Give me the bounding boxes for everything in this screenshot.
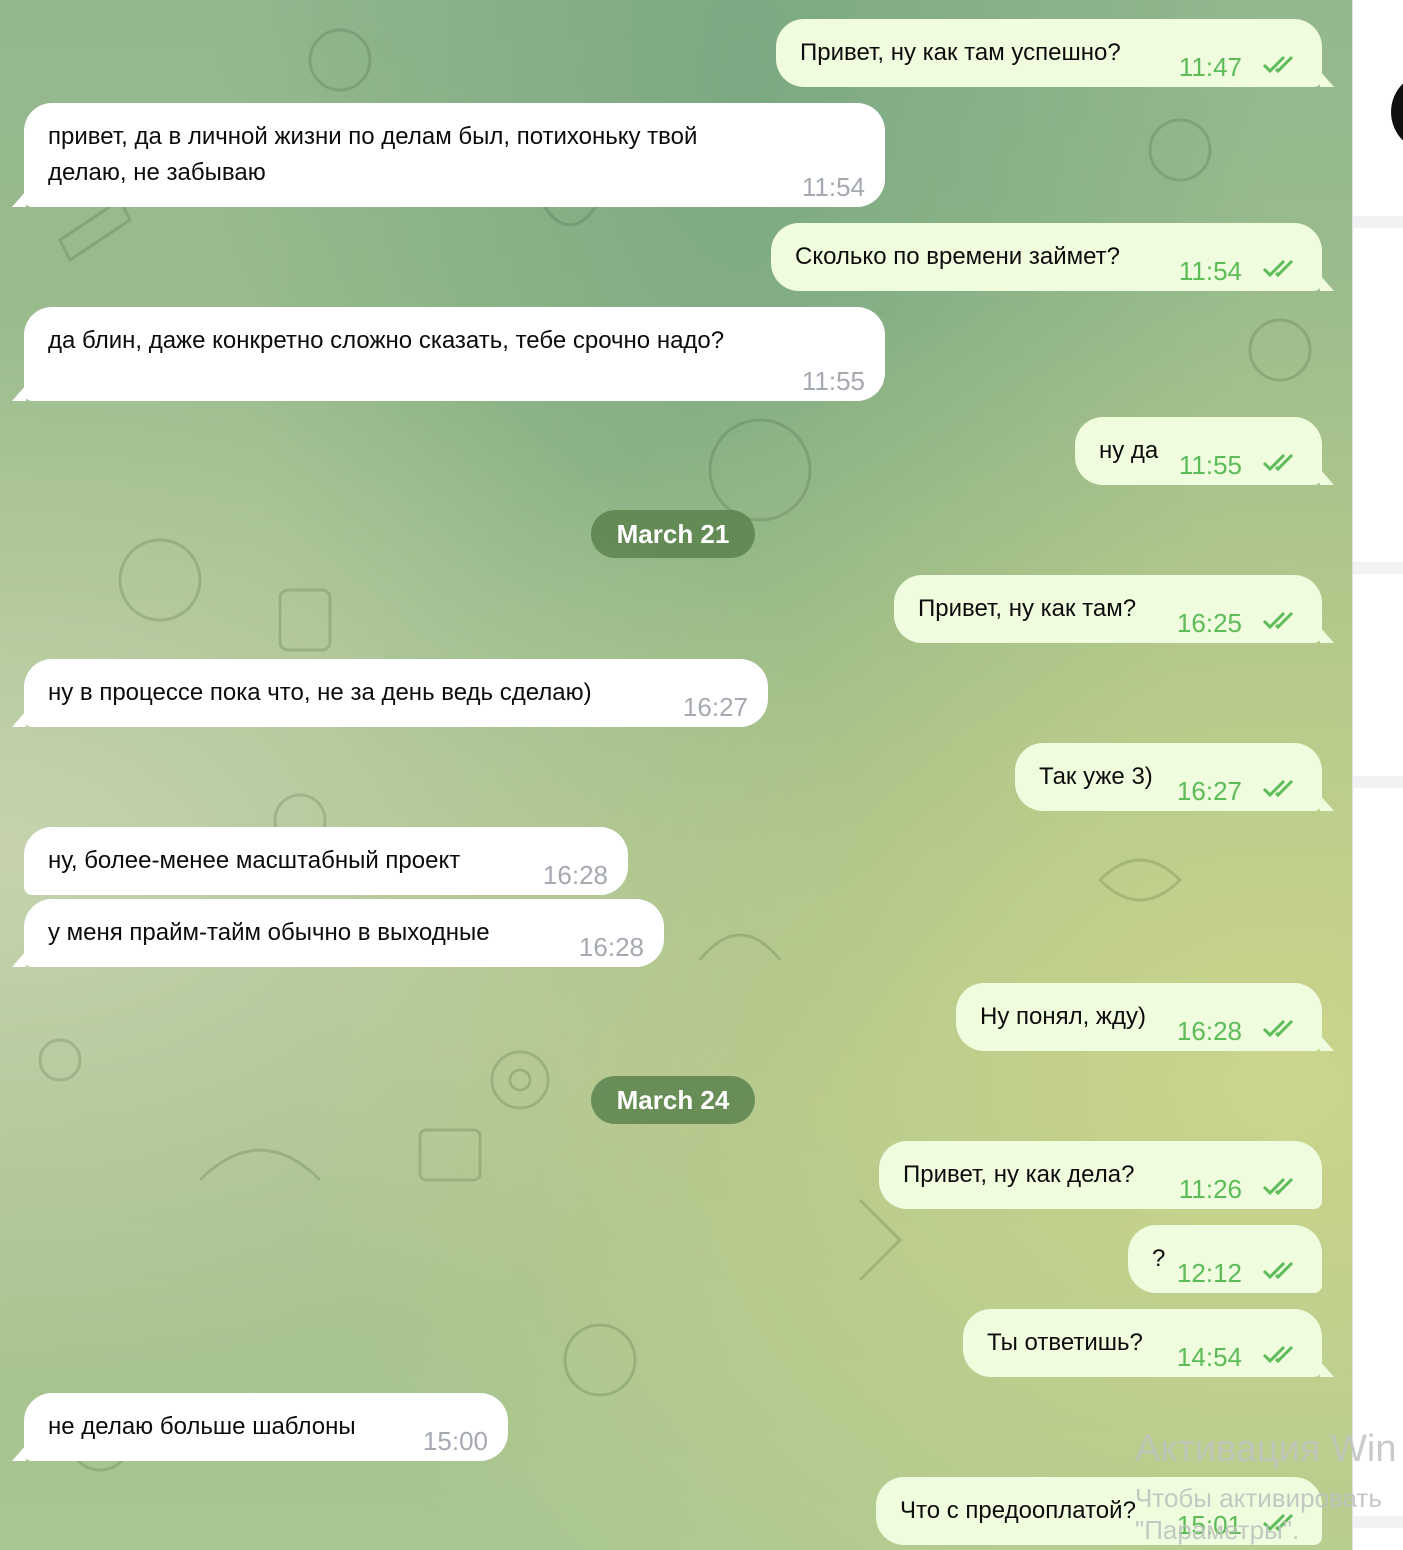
message-text: Привет, ну как там успешно? <box>800 39 1121 66</box>
message-text: да блин, даже конкретно сложно сказать, … <box>48 327 725 354</box>
message-text: ну, более-менее масштабный проект <box>48 847 461 874</box>
double-check-icon <box>1262 1345 1294 1364</box>
message-time: 11:55 <box>801 366 865 396</box>
message-text: не делаю больше шаблоны <box>48 1413 356 1440</box>
message-time: 16:25 <box>1176 608 1242 638</box>
message-text-line: привет, да в личной жизни по делам был, … <box>48 123 698 150</box>
message-time: 16:28 <box>542 860 608 890</box>
divider <box>1353 776 1403 788</box>
message-time: 11:47 <box>1178 52 1242 82</box>
message-time: 16:27 <box>682 692 748 722</box>
double-check-icon <box>1262 1019 1294 1038</box>
double-check-icon <box>1262 779 1294 798</box>
message-text: Привет, ну как там? <box>918 595 1137 622</box>
message-incoming[interactable]: не делаю больше шаблоны 15:00 <box>12 1393 508 1461</box>
activation-watermark-title: Активация Win <box>1135 1428 1397 1470</box>
activation-watermark-text: Чтобы активировать "Параметры". <box>1135 1482 1382 1546</box>
message-outgoing[interactable]: Ну понял, жду) 16:28 <box>956 983 1334 1051</box>
double-check-icon <box>1262 259 1294 278</box>
message-outgoing[interactable]: ну да 11:55 <box>1075 417 1334 485</box>
watermark-line: Чтобы активировать <box>1135 1483 1382 1513</box>
message-text: Что с предооплатой? <box>900 1497 1136 1524</box>
message-time: 11:26 <box>1178 1174 1242 1204</box>
message-text: у меня прайм-тайм обычно в выходные <box>48 919 490 946</box>
message-outgoing[interactable]: Привет, ну как там успешно? 11:47 <box>776 19 1334 87</box>
message-outgoing[interactable]: Ты ответишь? 14:54 <box>963 1309 1334 1377</box>
double-check-icon <box>1262 1261 1294 1280</box>
message-incoming[interactable]: привет, да в личной жизни по делам был, … <box>12 103 885 207</box>
divider <box>1353 562 1403 574</box>
message-text: Ну понял, жду) <box>980 1003 1146 1030</box>
message-text: ну да <box>1099 437 1159 464</box>
message-time: 11:55 <box>1178 450 1242 480</box>
double-check-icon <box>1262 453 1294 472</box>
message-text: ну в процессе пока что, не за день ведь … <box>48 679 592 706</box>
message-time: 12:12 <box>1176 1258 1242 1288</box>
message-text: Ты ответишь? <box>987 1329 1143 1356</box>
double-check-icon <box>1262 55 1294 74</box>
message-time: 11:54 <box>801 172 865 202</box>
message-time: 16:28 <box>578 932 644 962</box>
message-text: Так уже 3) <box>1039 763 1153 790</box>
message-text: Привет, ну как дела? <box>903 1161 1135 1188</box>
message-time: 11:54 <box>1178 256 1242 286</box>
message-outgoing[interactable]: Так уже 3) 16:27 <box>1015 743 1334 811</box>
message-time: 16:27 <box>1176 776 1242 806</box>
message-time: 14:54 <box>1176 1342 1242 1372</box>
divider <box>1353 216 1403 228</box>
watermark-line: "Параметры". <box>1135 1515 1300 1545</box>
right-panel <box>1352 0 1403 1550</box>
message-text-line: делаю, не забываю <box>48 159 266 186</box>
message-time: 16:28 <box>1176 1016 1242 1046</box>
chat-background: Привет, ну как там успешно? 11:47 привет… <box>0 0 1352 1550</box>
message-text: ? <box>1152 1245 1166 1272</box>
date-separator: March 21 <box>591 510 755 558</box>
message-outgoing[interactable]: Привет, ну как там? 16:25 <box>894 575 1334 643</box>
message-time: 15:00 <box>422 1426 488 1456</box>
double-check-icon <box>1262 1177 1294 1196</box>
message-outgoing[interactable]: Привет, ну как дела? 11:26 <box>879 1141 1322 1209</box>
message-text: Сколько по времени займет? <box>795 243 1120 270</box>
message-incoming[interactable]: ну в процессе пока что, не за день ведь … <box>12 659 768 727</box>
double-check-icon <box>1262 611 1294 630</box>
message-incoming[interactable]: да блин, даже конкретно сложно сказать, … <box>12 307 885 401</box>
message-outgoing[interactable]: Сколько по времени займет? 11:54 <box>771 223 1334 291</box>
message-outgoing[interactable]: ? 12:12 <box>1128 1225 1322 1293</box>
message-incoming[interactable]: у меня прайм-тайм обычно в выходные 16:2… <box>12 899 664 967</box>
message-incoming[interactable]: ну, более-менее масштабный проект 16:28 <box>24 827 628 895</box>
avatar[interactable] <box>1391 72 1403 152</box>
date-separator: March 24 <box>591 1076 755 1124</box>
